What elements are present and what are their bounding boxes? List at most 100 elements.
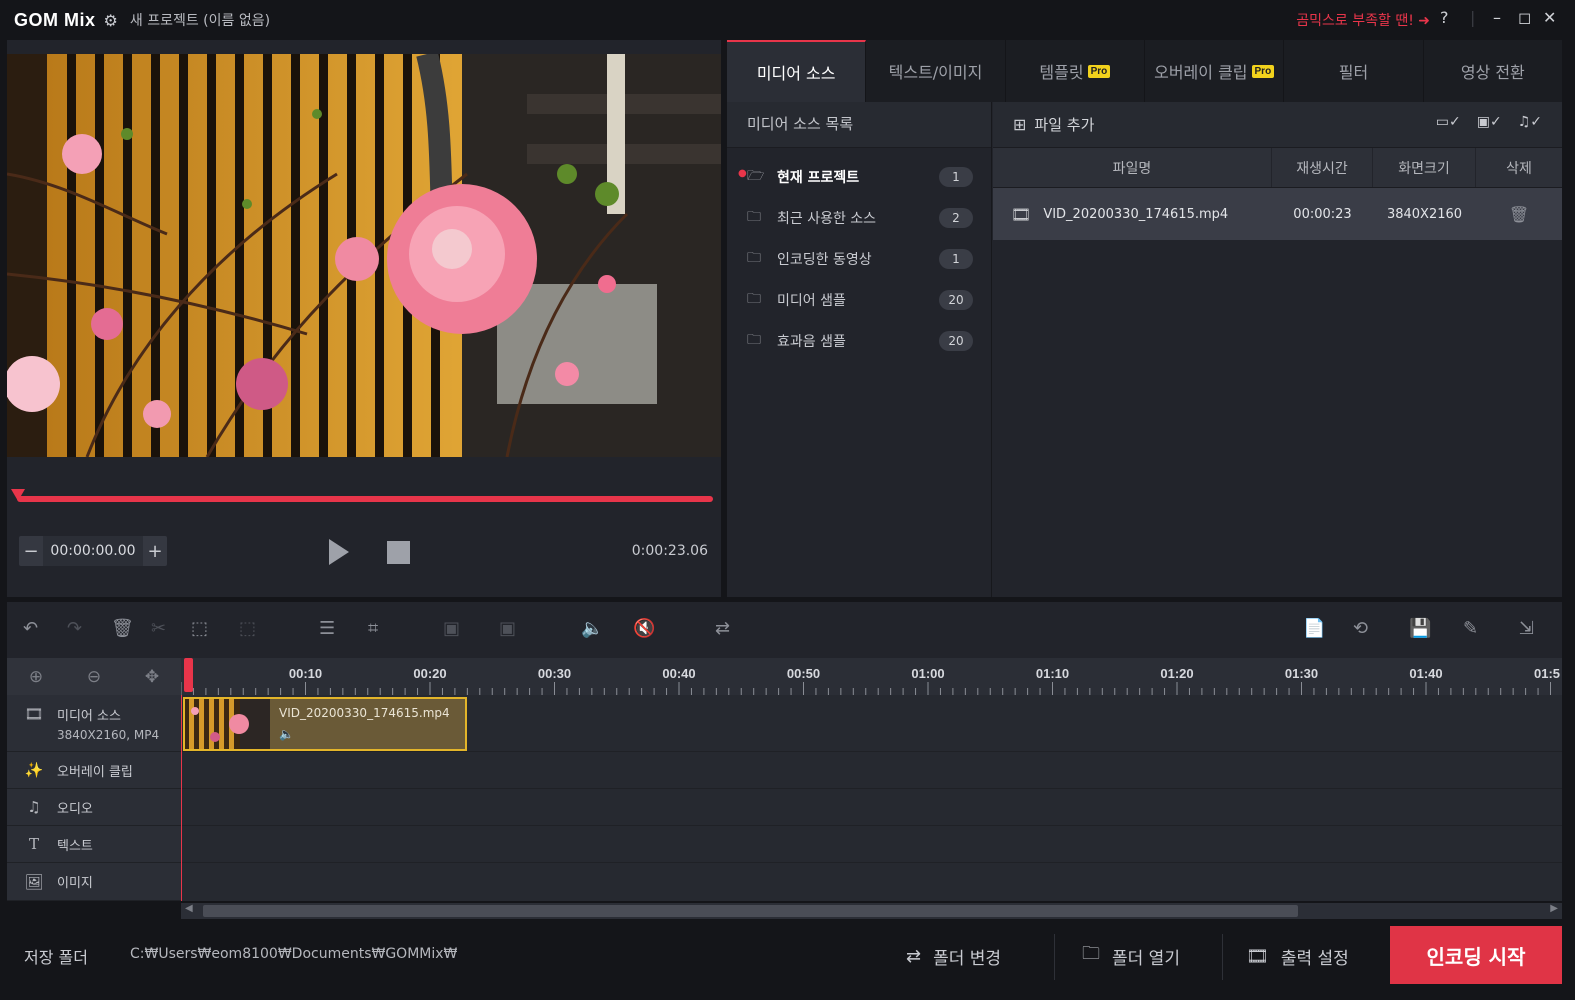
folder-icon: 🗀 — [747, 290, 761, 307]
select-image-icon[interactable]: ▣✓ — [1477, 114, 1502, 130]
column-filename[interactable]: 파일명 — [993, 148, 1272, 187]
load-project-icon[interactable]: ⟲ — [1353, 618, 1368, 639]
crop-icon[interactable]: ⌗ — [368, 618, 378, 639]
time-plus-button[interactable]: + — [143, 541, 167, 562]
source-item-label: 현재 프로젝트 — [777, 169, 860, 186]
trash-icon[interactable]: 🗑 — [1476, 205, 1562, 224]
track-label-text: 이미지 — [57, 876, 93, 891]
undo-icon[interactable]: ↶ — [23, 618, 38, 639]
timeline-scrollbar[interactable]: ◀ ▶ — [181, 903, 1562, 919]
select-audio-icon[interactable]: ♫✓ — [1518, 114, 1542, 130]
tab-filter[interactable]: 필터 — [1284, 40, 1424, 102]
track-image[interactable] — [181, 863, 1562, 901]
save-as-icon[interactable]: ✎ — [1463, 618, 1478, 639]
stop-icon[interactable] — [387, 541, 410, 564]
insert-image-right-icon[interactable]: ▣ — [499, 618, 516, 639]
source-item-recent[interactable]: 🗀 최근 사용한 소스 2 — [727, 197, 991, 238]
scrollbar-thumb[interactable] — [203, 905, 1298, 917]
swap-media-icon[interactable]: ⇄ — [715, 618, 730, 639]
track-media-info: 3840X2160, MP4 — [57, 728, 160, 742]
open-folder-button[interactable]: 🗀 폴더 열기 — [1082, 938, 1180, 974]
column-duration[interactable]: 재생시간 — [1272, 148, 1373, 187]
source-item-label: 인코딩한 동영상 — [777, 251, 872, 268]
promo-link[interactable]: 곰믹스로 부족할 땐! ➜ — [1296, 10, 1430, 30]
adjust-icon[interactable]: ☰ — [319, 618, 335, 639]
volume-icon[interactable]: 🔈 — [581, 618, 603, 639]
folder-icon: 🗀 — [1082, 943, 1100, 964]
change-folder-button[interactable]: ⇄ 폴더 변경 — [906, 938, 1001, 974]
file-row[interactable]: 🎞 VID_20200330_174615.mp4 00:00:23 3840X… — [993, 188, 1562, 240]
total-duration: 0:00:23.06 — [631, 543, 708, 559]
tab-label: 필터 — [1338, 63, 1369, 82]
video-preview[interactable] — [7, 54, 721, 457]
add-file-bar: ⊞ 파일 추가 ▭✓ ▣✓ ♫✓ — [993, 102, 1562, 148]
help-button[interactable]: ? — [1440, 8, 1449, 27]
divider — [1054, 934, 1055, 980]
track-labels: 🎞 미디어 소스 3840X2160, MP4 ✨ 오버레이 클립 ♫ 오디오 … — [7, 695, 181, 901]
tab-template[interactable]: 템플릿 Pro — [1006, 40, 1145, 102]
save-project-icon[interactable]: 💾 — [1409, 618, 1431, 639]
source-item-sound-samples[interactable]: 🗀 효과음 샘플 20 — [727, 320, 991, 361]
seek-handle[interactable] — [11, 489, 25, 501]
delete-icon[interactable]: 🗑 — [111, 618, 134, 639]
add-file-button[interactable]: 파일 추가 — [1034, 114, 1094, 135]
new-project-icon[interactable]: 📄 — [1303, 618, 1325, 639]
minimize-button[interactable]: – — [1493, 8, 1501, 27]
scroll-right-icon[interactable]: ▶ — [1550, 903, 1558, 914]
fit-icon[interactable]: ✥ — [145, 667, 159, 687]
play-icon[interactable] — [329, 539, 349, 565]
source-item-current-project[interactable]: ● 🗁 현재 프로젝트 1 — [727, 156, 991, 197]
track-label-overlay: ✨ 오버레이 클립 — [7, 752, 181, 789]
select-video-icon[interactable]: ▭✓ — [1436, 114, 1461, 130]
project-title: 새 프로젝트 (이름 없음) — [129, 13, 271, 29]
insert-image-left-icon[interactable]: ▣ — [443, 618, 460, 639]
export-project-icon[interactable]: ⇲ — [1519, 618, 1534, 639]
source-item-media-samples[interactable]: 🗀 미디어 샘플 20 — [727, 279, 991, 320]
file-duration: 00:00:23 — [1293, 206, 1352, 222]
gear-icon[interactable]: ⚙ — [104, 11, 118, 30]
bottom-bar: 저장 폴더 C:₩Users₩eom8100₩Documents₩GOMMix₩… — [0, 922, 1575, 1000]
zoom-in-icon[interactable]: ⊕ — [29, 667, 43, 687]
folder-encode-icon: 🗀 — [747, 249, 761, 266]
source-item-label: 최근 사용한 소스 — [777, 210, 877, 227]
mute-icon[interactable]: 🔇 — [633, 618, 655, 639]
seek-bar[interactable] — [17, 496, 713, 502]
image-icon: 🖼 — [24, 872, 44, 891]
track-overlay[interactable] — [181, 752, 1562, 789]
source-item-encoded[interactable]: 🗀 인코딩한 동영상 1 — [727, 238, 991, 279]
cut-icon[interactable]: ✂ — [151, 618, 166, 639]
track-text[interactable] — [181, 826, 1562, 863]
maximize-button[interactable]: ◻ — [1518, 8, 1531, 27]
tick-label: 01:40 — [1409, 666, 1443, 681]
clip-thumbnail — [185, 699, 270, 749]
encode-start-button[interactable]: 인코딩 시작 — [1390, 926, 1562, 984]
preview-panel: − 00:00:00.00 + 0:00:23.06 — [7, 40, 721, 597]
tab-overlay-clip[interactable]: 오버레이 클립 Pro — [1145, 40, 1285, 102]
app-logo: GOM Mix — [14, 9, 96, 30]
select-icon[interactable]: ⬚ — [191, 618, 208, 639]
playhead-handle[interactable] — [184, 658, 193, 692]
current-time-field[interactable]: 00:00:00.00 — [43, 536, 143, 566]
add-file-icon[interactable]: ⊞ — [1013, 115, 1026, 134]
zoom-out-icon[interactable]: ⊖ — [87, 667, 101, 687]
time-minus-button[interactable]: − — [19, 541, 43, 562]
timeline-clip[interactable]: VID_20200330_174615.mp4 🔈 — [183, 697, 467, 751]
column-size[interactable]: 화면크기 — [1373, 148, 1476, 187]
count-badge: 1 — [939, 248, 973, 269]
timeline-ruler[interactable]: ⊕ ⊖ ✥ 00:10 00:20 00:30 00:40 00:50 01:00 01:1… — [7, 658, 1562, 695]
close-button[interactable]: ✕ — [1543, 8, 1556, 27]
tab-label: 미디어 소스 — [756, 64, 836, 83]
tab-transition[interactable]: 영상 전환 — [1424, 40, 1562, 102]
time-stepper[interactable]: − 00:00:00.00 + — [19, 536, 167, 566]
track-audio[interactable] — [181, 789, 1562, 826]
tab-text-image[interactable]: 텍스트/이미지 — [866, 40, 1006, 102]
scroll-left-icon[interactable]: ◀ — [185, 903, 193, 914]
tab-media-source[interactable]: 미디어 소스 — [727, 40, 867, 102]
track-media[interactable]: VID_20200330_174615.mp4 🔈 — [181, 695, 1562, 752]
redo-icon[interactable]: ↷ — [67, 618, 82, 639]
clip-name: VID_20200330_174615.mp4 — [279, 706, 450, 720]
timeline-toolbar: ↶ ↷ 🗑 ✂ ⬚ ⬚ ☰ ⌗ ▣ ▣ 🔈 🔇 ⇄ 📄 ⟲ 💾 ✎ ⇲ — [7, 602, 1562, 658]
volume-icon[interactable]: 🔈 — [279, 727, 294, 741]
deselect-icon[interactable]: ⬚ — [239, 618, 256, 639]
output-settings-button[interactable]: 🎞 출력 설정 — [1246, 938, 1349, 974]
